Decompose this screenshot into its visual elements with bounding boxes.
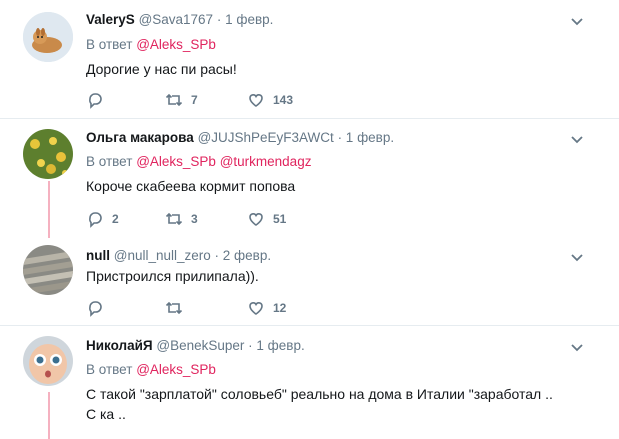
tweet-date[interactable]: · 1 февр.: [338, 130, 395, 145]
tweet-header: null @null_null_zero · 2 февр.: [86, 248, 271, 263]
reply-count: 2: [112, 212, 119, 226]
like-button[interactable]: 51: [247, 210, 286, 228]
like-count: 143: [273, 93, 294, 107]
mention-link[interactable]: @Aleks_SPb: [136, 154, 216, 169]
tweet-header: ValeryS @Sava1767 · 1 февр.: [86, 12, 273, 27]
avatar-image: [23, 129, 73, 179]
reply-icon: [89, 212, 102, 228]
tweet-1[interactable]: ValeryS @Sava1767 · 1 февр. В ответ @Ale…: [0, 0, 619, 117]
tweet-header: Ольга макарова @JUJShPeEyF3AWCt · 1 февр…: [86, 130, 394, 145]
reply-context: В ответ @Aleks_SPb: [86, 37, 216, 52]
chevron-down-icon[interactable]: [569, 132, 585, 148]
retweet-button[interactable]: 7: [165, 91, 198, 109]
retweet-count: 3: [191, 212, 198, 226]
tweet-text-line-2: С ка ..: [86, 406, 126, 422]
heart-icon: [249, 302, 263, 315]
mention-link[interactable]: @Aleks_SPb: [136, 37, 216, 52]
tweet-date[interactable]: · 2 февр.: [215, 248, 272, 263]
mention-link[interactable]: @turkmendagz: [220, 154, 312, 169]
avatar[interactable]: [23, 336, 73, 386]
chevron-down-icon[interactable]: [569, 340, 585, 356]
reply-button[interactable]: [86, 91, 104, 109]
tweet-text: Пристроился прилипала)).: [86, 268, 259, 284]
avatar[interactable]: [23, 245, 73, 295]
reply-context: В ответ @Aleks_SPb @turkmendagz: [86, 154, 312, 169]
like-count: 51: [273, 212, 287, 226]
chevron-down-icon[interactable]: [569, 14, 585, 30]
retweet-button[interactable]: 3: [165, 210, 198, 228]
heart-icon: [249, 94, 263, 107]
author-name[interactable]: null: [86, 248, 110, 263]
tweet-date[interactable]: · 1 февр.: [217, 12, 274, 27]
avatar[interactable]: [23, 129, 73, 179]
author-handle[interactable]: @Sava1767: [139, 12, 214, 27]
retweet-button[interactable]: [165, 299, 183, 317]
tweet-4[interactable]: НиколайЯ @BenekSuper · 1 февр. В ответ @…: [0, 326, 619, 439]
tweet-date[interactable]: · 1 февр.: [248, 338, 305, 353]
author-name[interactable]: Ольга макарова: [86, 130, 194, 145]
tweet-header: НиколайЯ @BenekSuper · 1 февр.: [86, 338, 305, 353]
avatar-image: [23, 245, 73, 295]
tweet-2[interactable]: Ольга макарова @JUJShPeEyF3AWCt · 1 февр…: [0, 119, 619, 234]
author-handle[interactable]: @null_null_zero: [114, 248, 211, 263]
avatar-image: [23, 12, 73, 62]
reply-icon: [89, 301, 102, 317]
like-button[interactable]: 143: [247, 91, 293, 109]
reply-icon: [89, 93, 102, 109]
tweet-3[interactable]: null @null_null_zero · 2 февр. Пристроил…: [0, 234, 619, 322]
retweet-icon: [165, 301, 183, 315]
tweet-text: Короче скабеева кормит попова: [86, 178, 296, 194]
retweet-count: 7: [191, 93, 198, 107]
retweet-icon: [165, 93, 183, 107]
reply-context: В ответ @Aleks_SPb: [86, 362, 216, 377]
avatar[interactable]: [23, 12, 73, 62]
like-button[interactable]: 12: [247, 299, 286, 317]
heart-icon: [249, 213, 263, 226]
tweet-text: Дорогие у нас пи расы!: [86, 61, 237, 77]
author-name[interactable]: ValeryS: [86, 12, 135, 27]
author-name[interactable]: НиколайЯ: [86, 338, 153, 353]
reply-button[interactable]: 2: [86, 210, 119, 228]
reply-button[interactable]: [86, 299, 104, 317]
author-handle[interactable]: @BenekSuper: [156, 338, 244, 353]
author-handle[interactable]: @JUJShPeEyF3AWCt: [198, 130, 334, 145]
retweet-icon: [165, 212, 183, 226]
chevron-down-icon[interactable]: [569, 250, 585, 266]
tweet-text: С такой "зарплатой" соловьеб" реально на…: [86, 386, 553, 402]
avatar-image: [23, 336, 73, 386]
mention-link[interactable]: @Aleks_SPb: [136, 362, 216, 377]
like-count: 12: [273, 301, 287, 315]
